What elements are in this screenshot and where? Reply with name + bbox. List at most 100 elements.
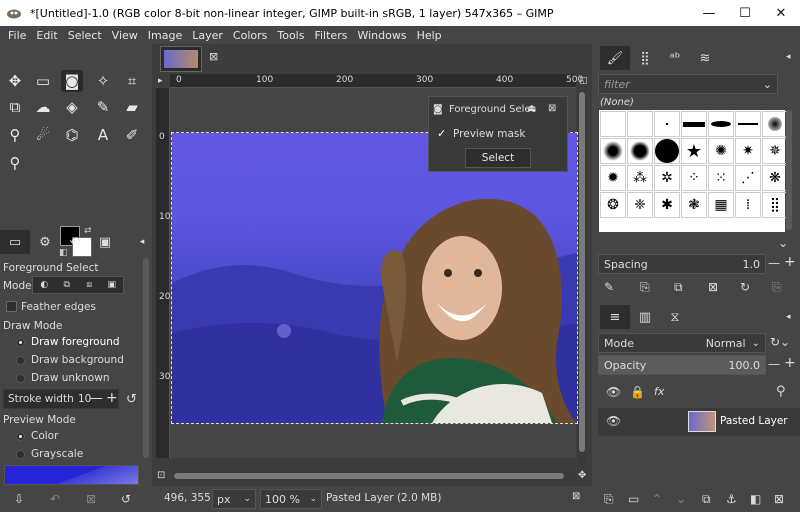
raise-layer-icon[interactable]: ⌃ bbox=[652, 492, 662, 506]
smudge-tool-icon[interactable]: ☄ bbox=[32, 124, 54, 146]
subtract-mode-icon[interactable]: ⧈ bbox=[78, 277, 101, 293]
menu-windows[interactable]: Windows bbox=[352, 29, 411, 42]
composite-mode-icon[interactable]: ↻⌄ bbox=[770, 335, 790, 349]
brushes-tab-icon[interactable]: 🖌 bbox=[600, 46, 630, 70]
delete-brush-icon[interactable]: ⊠ bbox=[708, 280, 718, 294]
paths-tab-icon[interactable]: ⧖ bbox=[660, 305, 690, 329]
brush-item[interactable] bbox=[762, 111, 788, 137]
rect-select-tool-icon[interactable]: ▭ bbox=[32, 70, 54, 92]
horizontal-scrollbar[interactable] bbox=[172, 472, 576, 480]
brush-grid-scrollbar[interactable] bbox=[786, 110, 792, 230]
move-tool-icon[interactable]: ✥ bbox=[4, 70, 26, 92]
spacing-decrease-icon[interactable]: — bbox=[768, 256, 780, 270]
canvas-menu-icon[interactable]: ▸ bbox=[158, 76, 163, 86]
brush-item[interactable]: ⁂ bbox=[627, 165, 653, 191]
dialog-eject-icon[interactable]: ⏏ bbox=[527, 103, 536, 114]
preview-grayscale-radio[interactable] bbox=[16, 450, 25, 459]
brush-item[interactable]: ✵ bbox=[762, 138, 788, 164]
channels-tab-icon[interactable]: ▥ bbox=[630, 305, 660, 329]
replace-mode-icon[interactable]: ◐ bbox=[33, 277, 56, 293]
clone-tool-icon[interactable]: ⚲ bbox=[4, 124, 26, 146]
spacing-increase-icon[interactable]: + bbox=[784, 254, 796, 270]
search-icon[interactable]: ⚲ bbox=[776, 384, 786, 399]
layers-tab-icon[interactable]: ≡ bbox=[600, 305, 630, 329]
minimize-button[interactable]: — bbox=[692, 0, 726, 26]
menu-image[interactable]: Image bbox=[143, 29, 187, 42]
delete-options-icon[interactable]: ⊠ bbox=[86, 492, 96, 506]
bucket-fill-tool-icon[interactable]: ◈ bbox=[61, 96, 83, 118]
menu-view[interactable]: View bbox=[107, 29, 143, 42]
add-mode-icon[interactable]: ⧉ bbox=[56, 277, 79, 293]
chevron-down-icon[interactable]: ⌄ bbox=[763, 78, 772, 91]
menu-edit[interactable]: Edit bbox=[31, 29, 62, 42]
unified-transform-tool-icon[interactable]: ⧉ bbox=[4, 96, 26, 118]
brush-item[interactable] bbox=[654, 111, 680, 137]
brush-item[interactable]: ⁞ bbox=[735, 192, 761, 218]
layer-mode-dropdown[interactable]: Mode Normal ⌄ bbox=[598, 333, 766, 353]
menu-filters[interactable]: Filters bbox=[309, 29, 352, 42]
brush-item[interactable]: ⁘ bbox=[681, 165, 707, 191]
brush-item[interactable]: ✺ bbox=[708, 138, 734, 164]
images-tab-icon[interactable]: ▣ bbox=[90, 230, 120, 254]
canvas-image[interactable] bbox=[171, 132, 578, 424]
stroke-increase-icon[interactable]: + bbox=[106, 390, 118, 406]
menu-colors[interactable]: Colors bbox=[228, 29, 272, 42]
feather-edges-checkbox[interactable] bbox=[6, 301, 17, 312]
delete-layer-icon[interactable]: ⊠ bbox=[774, 492, 784, 506]
open-brush-icon[interactable]: ⎘ bbox=[772, 280, 782, 295]
fonts-tab-icon[interactable]: ᵃᵇ bbox=[660, 46, 690, 70]
preview-mask-checkmark-icon[interactable]: ✓ bbox=[437, 127, 446, 140]
refresh-brushes-icon[interactable]: ↻ bbox=[740, 280, 750, 294]
layer-visibility-eye-icon[interactable]: 👁 bbox=[606, 414, 621, 428]
chevron-down-icon[interactable]: ⌄ bbox=[778, 236, 788, 250]
mask-layer-icon[interactable]: ◧ bbox=[750, 492, 761, 506]
preview-color-radio[interactable] bbox=[16, 432, 25, 441]
brush-filter-input[interactable]: filter ⌄ bbox=[598, 74, 778, 94]
save-options-icon[interactable]: ⇩ bbox=[14, 492, 24, 506]
brush-item[interactable]: ▦ bbox=[708, 192, 734, 218]
preview-color-button[interactable] bbox=[4, 465, 139, 485]
opacity-increase-icon[interactable]: + bbox=[784, 355, 796, 371]
tab-menu-icon[interactable]: ◂ bbox=[134, 230, 150, 254]
image-tab-thumbnail[interactable] bbox=[160, 46, 202, 72]
dock-menu-icon[interactable]: ◂ bbox=[786, 312, 791, 322]
anchor-layer-icon[interactable]: ⚓ bbox=[726, 492, 737, 506]
brush-item[interactable]: ⁙ bbox=[708, 165, 734, 191]
visibility-eye-icon[interactable]: 👁 bbox=[606, 385, 621, 399]
menu-tools[interactable]: Tools bbox=[272, 29, 309, 42]
zoom-image-icon[interactable]: ⊡ bbox=[157, 470, 165, 481]
effects-icon[interactable]: fx bbox=[654, 385, 664, 398]
cancel-action-icon[interactable]: ⊠ bbox=[572, 491, 580, 502]
draw-unknown-radio[interactable] bbox=[16, 374, 25, 383]
spacing-field[interactable]: Spacing 1.0 bbox=[598, 254, 766, 274]
intersect-mode-icon[interactable]: ▣ bbox=[101, 277, 124, 293]
color-picker-tool-icon[interactable]: ✐ bbox=[121, 124, 143, 146]
brush-paint-icon[interactable]: ✎ bbox=[604, 280, 614, 294]
warp-transform-tool-icon[interactable]: ☁ bbox=[32, 96, 54, 118]
unit-dropdown[interactable]: px ⌄ bbox=[212, 489, 256, 509]
close-image-tab-icon[interactable]: ⊠ bbox=[209, 50, 218, 63]
reset-options-icon[interactable]: ↺ bbox=[121, 492, 131, 506]
document-history-tab-icon[interactable]: ≋ bbox=[690, 46, 720, 70]
lock-icon[interactable]: 🔒 bbox=[630, 385, 645, 399]
draw-foreground-radio[interactable] bbox=[16, 338, 25, 347]
opacity-slider[interactable]: Opacity 100.0 bbox=[598, 355, 766, 375]
zoom-dropdown[interactable]: 100 % ⌄ bbox=[260, 489, 322, 509]
paintbrush-tool-icon[interactable]: ✎ bbox=[92, 96, 114, 118]
foreground-select-tool-icon[interactable]: ◙ bbox=[61, 70, 83, 92]
maximize-button[interactable]: ☐ bbox=[728, 0, 762, 26]
lower-layer-icon[interactable]: ⌄ bbox=[676, 492, 686, 506]
brush-item[interactable] bbox=[654, 138, 680, 164]
brush-item[interactable]: ❃ bbox=[681, 192, 707, 218]
dialog-close-icon[interactable]: ⊠ bbox=[548, 103, 556, 114]
draw-background-radio[interactable] bbox=[16, 356, 25, 365]
opacity-decrease-icon[interactable]: — bbox=[768, 357, 780, 371]
tool-options-scrollbar[interactable] bbox=[143, 258, 149, 458]
brush-item[interactable]: ✹ bbox=[600, 165, 626, 191]
restore-options-icon[interactable]: ↶ bbox=[50, 492, 60, 506]
menu-select[interactable]: Select bbox=[63, 29, 107, 42]
device-status-tab-icon[interactable]: ⚙ bbox=[30, 230, 60, 254]
navigate-icon[interactable]: ✥ bbox=[578, 470, 586, 481]
text-tool-icon[interactable]: A bbox=[92, 124, 114, 146]
close-button[interactable]: ✕ bbox=[764, 0, 798, 26]
